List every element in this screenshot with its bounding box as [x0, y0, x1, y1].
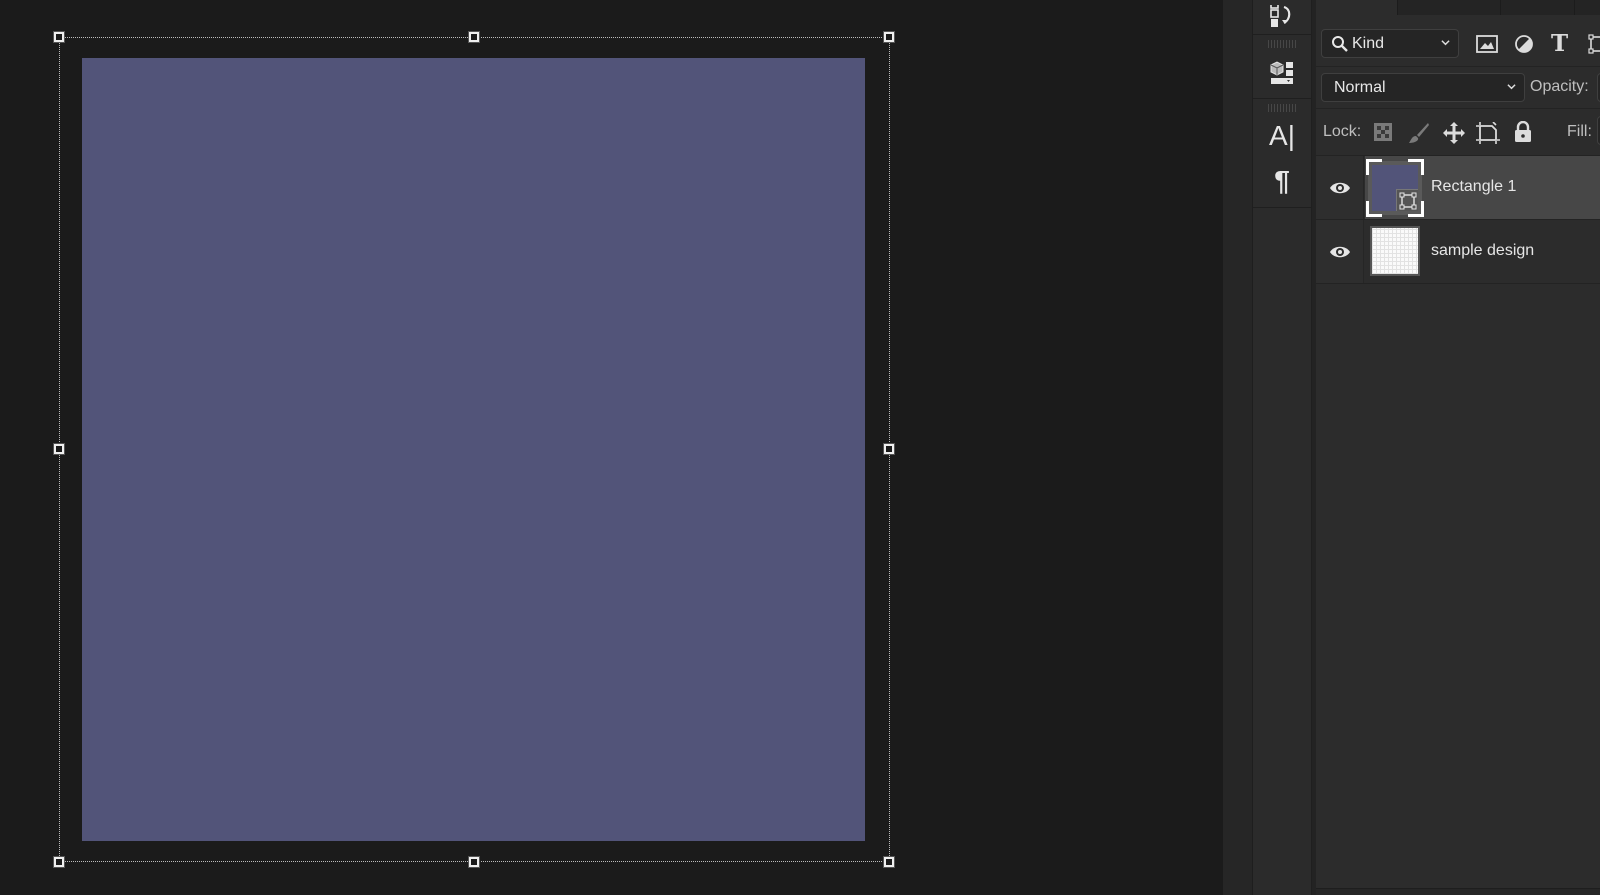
- lock-transparent-pixels-icon[interactable]: [1374, 123, 1392, 141]
- chevron-down-icon: [1507, 84, 1516, 90]
- transform-handle-bottom-center[interactable]: [468, 856, 480, 868]
- fill-label: Fill:: [1567, 123, 1592, 140]
- transform-handle-middle-right[interactable]: [883, 443, 895, 455]
- transform-bounding-box[interactable]: [59, 37, 890, 862]
- type-layer-filter-icon[interactable]: T: [1551, 30, 1568, 57]
- panel-dock-gutter: [1223, 0, 1253, 895]
- filter-kind-value: Kind: [1352, 34, 1385, 52]
- tab-paths[interactable]: [1501, 0, 1575, 15]
- tab-channels[interactable]: [1398, 0, 1501, 15]
- layer-list: Rectangle 1 sample design: [1316, 156, 1600, 888]
- transform-handle-bottom-left[interactable]: [53, 856, 65, 868]
- document-canvas[interactable]: [0, 0, 1223, 895]
- eye-icon: [1329, 182, 1350, 193]
- 3d-properties-icon[interactable]: [1253, 49, 1311, 97]
- blend-mode-value: Normal: [1334, 78, 1386, 96]
- history-icon[interactable]: [1253, 0, 1311, 35]
- panel-tabs: [1316, 0, 1600, 15]
- visibility-toggle[interactable]: [1316, 156, 1364, 219]
- filter-kind-dropdown[interactable]: Kind: [1321, 29, 1459, 58]
- paragraph-icon-glyph: ¶: [1274, 165, 1290, 196]
- character-icon-glyph: A|: [1269, 120, 1295, 151]
- lock-all-icon[interactable]: [1514, 121, 1532, 143]
- transform-handle-bottom-right[interactable]: [883, 856, 895, 868]
- search-icon: [1332, 35, 1348, 52]
- panel-group-grip[interactable]: [1268, 40, 1296, 48]
- collapsed-panels-column: A| ¶: [1253, 0, 1312, 895]
- character-icon[interactable]: A|: [1253, 113, 1311, 159]
- shape-layer-filter-icon[interactable]: [1588, 34, 1600, 54]
- transform-handle-middle-left[interactable]: [53, 443, 65, 455]
- adjustment-layer-filter-icon[interactable]: [1514, 34, 1534, 54]
- layer-thumbnail[interactable]: [1366, 159, 1424, 217]
- transform-handle-top-left[interactable]: [53, 31, 65, 43]
- eye-icon: [1329, 246, 1350, 257]
- layer-filter-row: Kind T: [1316, 15, 1600, 67]
- tab-layers[interactable]: [1316, 0, 1398, 15]
- pixel-layer-filter-icon[interactable]: [1476, 35, 1498, 53]
- blend-mode-row: Normal Opacity:: [1316, 67, 1600, 109]
- layers-panel-footer: [1316, 888, 1600, 895]
- paragraph-icon[interactable]: ¶: [1253, 159, 1311, 203]
- layers-panel: Kind T Normal Opacity: Lock: Fill: Recta…: [1316, 0, 1600, 895]
- opacity-label: Opacity:: [1530, 78, 1589, 95]
- layer-row-sample-design[interactable]: sample design: [1316, 220, 1600, 284]
- layer-name[interactable]: Rectangle 1: [1431, 178, 1516, 196]
- lock-label: Lock:: [1323, 123, 1362, 140]
- chevron-down-icon: [1441, 40, 1450, 46]
- blend-mode-dropdown[interactable]: Normal: [1321, 73, 1525, 102]
- panel-group-grip[interactable]: [1268, 104, 1296, 112]
- lock-artboard-icon[interactable]: [1476, 122, 1500, 144]
- transform-handle-top-right[interactable]: [883, 31, 895, 43]
- transform-handle-top-center[interactable]: [468, 31, 480, 43]
- visibility-toggle[interactable]: [1316, 220, 1364, 283]
- lock-row: Lock: Fill:: [1316, 109, 1600, 156]
- layer-row-rectangle-1[interactable]: Rectangle 1: [1316, 156, 1600, 220]
- lock-image-pixels-icon[interactable]: [1408, 122, 1430, 144]
- layer-name[interactable]: sample design: [1431, 242, 1534, 260]
- layer-thumbnail[interactable]: [1370, 226, 1420, 276]
- lock-position-icon[interactable]: [1442, 121, 1466, 145]
